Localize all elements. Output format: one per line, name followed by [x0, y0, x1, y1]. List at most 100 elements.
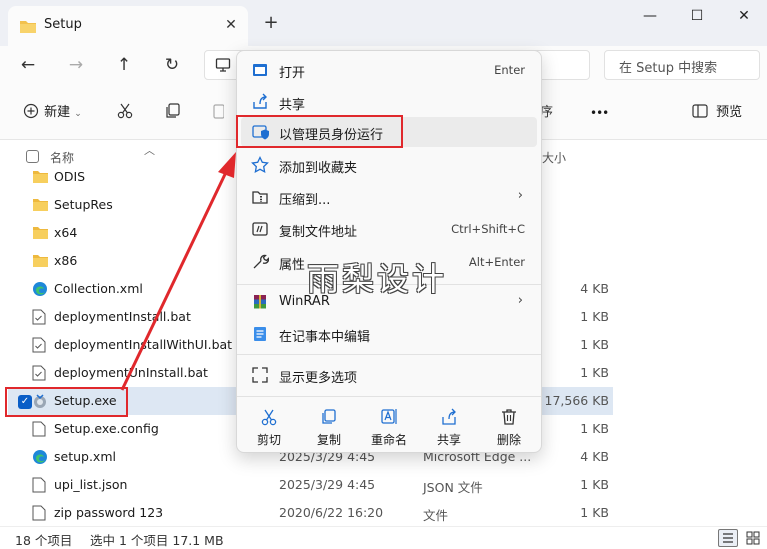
- forward-button[interactable]: →: [62, 52, 90, 78]
- quick-action-cut[interactable]: 剪切: [239, 405, 299, 449]
- file-name: deploymentUnInstall.bat: [54, 365, 208, 380]
- file-size: 1 KB: [580, 365, 609, 380]
- search-box[interactable]: 在 Setup 中搜索: [604, 50, 760, 80]
- folder-icon: [32, 197, 48, 213]
- close-tab-icon[interactable]: ✕: [220, 14, 242, 36]
- new-tab-button[interactable]: +: [260, 12, 282, 34]
- folder-icon: [32, 169, 48, 185]
- quick-action-delete[interactable]: 删除: [479, 405, 539, 449]
- folder-icon: [32, 225, 48, 241]
- select-all-checkbox[interactable]: [26, 150, 39, 163]
- share-icon: [251, 93, 269, 111]
- menu-divider: [237, 396, 541, 397]
- close-button[interactable]: ✕: [724, 4, 764, 28]
- search-input[interactable]: 在 Setup 中搜索: [619, 57, 717, 76]
- menu-item-copy-path[interactable]: 复制文件地址 Ctrl+Shift+C: [241, 214, 537, 244]
- file-name: x64: [54, 225, 78, 240]
- quick-action-copy[interactable]: 复制: [299, 405, 359, 449]
- open-window-icon: [251, 61, 269, 79]
- menu-label: 压缩到...: [279, 193, 331, 208]
- file-type: JSON 文件: [423, 480, 483, 495]
- cut-icon[interactable]: [116, 102, 134, 124]
- file-file-icon: [32, 477, 48, 493]
- preview-pane-icon: [692, 104, 712, 120]
- menu-item-share[interactable]: 共享: [241, 87, 537, 117]
- copy-icon: [299, 407, 359, 429]
- file-name: Collection.xml: [54, 281, 143, 296]
- file-size: 4 KB: [580, 449, 609, 464]
- more-options-icon[interactable]: •••: [590, 102, 609, 124]
- menu-item-add-to-favorites[interactable]: 添加到收藏夹: [241, 150, 537, 180]
- minimize-button[interactable]: —: [630, 4, 670, 28]
- context-menu: 打开 Enter 共享 以管理员身份运行 添加到收藏夹 压缩到... › 复制文…: [236, 50, 542, 453]
- menu-label: 打开: [279, 66, 306, 81]
- file-file-icon: [32, 505, 48, 521]
- quick-action-label: 共享: [436, 433, 461, 447]
- file-name: deploymentInstallWithUI.bat: [54, 337, 233, 352]
- paste-icon[interactable]: [212, 102, 225, 124]
- menu-divider: [237, 354, 541, 355]
- chevron-right-icon: ›: [517, 293, 523, 308]
- menu-item-edit-in-notepad[interactable]: 在记事本中编辑: [241, 319, 537, 349]
- winrar-icon: [251, 293, 269, 311]
- selection-info: 选中 1 个项目 17.1 MB: [90, 533, 224, 548]
- copy-icon[interactable]: [164, 102, 182, 124]
- folder-icon: [19, 19, 37, 37]
- highlight-box-setup-exe: [5, 387, 128, 417]
- new-button[interactable]: 新建 ⌄: [22, 102, 82, 124]
- maximize-button[interactable]: ☐: [677, 4, 717, 28]
- file-name: Setup.exe.config: [54, 421, 159, 436]
- quick-action-rename[interactable]: 重命名: [359, 405, 419, 449]
- sort-ascending-icon: ︿: [144, 144, 155, 157]
- copy-path-icon: [251, 220, 269, 238]
- quick-action-share[interactable]: 共享: [419, 405, 479, 449]
- tab-title: Setup: [44, 17, 82, 32]
- menu-label: 共享: [279, 98, 306, 113]
- title-bar: Setup ✕ + — ☐ ✕: [0, 0, 767, 46]
- file-name: zip password 123: [54, 505, 164, 520]
- file-size: 1 KB: [580, 477, 609, 492]
- file-date: 2020/6/22 16:20: [279, 505, 384, 520]
- quick-action-label: 重命名: [370, 433, 407, 447]
- file-size: 1 KB: [580, 309, 609, 324]
- menu-label: 属性: [279, 258, 306, 273]
- tab-setup[interactable]: Setup ✕: [8, 6, 248, 46]
- notepad-icon: [251, 325, 269, 343]
- file-name: upi_list.json: [54, 477, 128, 492]
- star-icon: [251, 155, 269, 174]
- preview-button[interactable]: 预览: [692, 102, 742, 124]
- menu-item-open[interactable]: 打开 Enter: [241, 55, 537, 85]
- file-size: 4 KB: [580, 281, 609, 296]
- wrench-icon: [251, 253, 270, 271]
- edge-file-icon: [32, 449, 48, 465]
- file-size: 17,566 KB: [544, 393, 609, 408]
- back-button[interactable]: ←: [14, 52, 42, 78]
- monitor-icon: [215, 57, 231, 76]
- refresh-button[interactable]: ↻: [158, 52, 186, 78]
- preview-label: 预览: [716, 105, 743, 120]
- tiles-view-icon[interactable]: [744, 529, 762, 549]
- up-button[interactable]: ↑: [110, 52, 138, 78]
- quick-action-label: 删除: [496, 433, 521, 447]
- plus-circle-icon: [22, 102, 40, 124]
- highlight-box-run-as-admin: [236, 115, 403, 148]
- file-name: setup.xml: [54, 449, 116, 464]
- rename-icon: [359, 407, 419, 429]
- item-count: 18 个项目: [15, 533, 73, 548]
- menu-label: 添加到收藏夹: [279, 161, 358, 176]
- share-icon: [419, 407, 479, 429]
- bat-file-icon: [32, 337, 48, 353]
- file-name: x86: [54, 253, 78, 268]
- menu-item-show-more-options[interactable]: 显示更多选项: [241, 360, 537, 390]
- menu-label: 复制文件地址: [279, 225, 358, 240]
- trash-icon: [479, 407, 539, 429]
- table-row[interactable]: zip password 123 2020/6/22 16:20 文件 1 KB: [8, 499, 613, 526]
- menu-item-compress-to[interactable]: 压缩到... ›: [241, 182, 537, 212]
- edge-file-icon: [32, 281, 48, 297]
- details-view-icon[interactable]: [718, 529, 738, 547]
- table-row[interactable]: upi_list.json 2025/3/29 4:45 JSON 文件 1 KB: [8, 471, 613, 499]
- file-date: 2025/3/29 4:45: [279, 477, 376, 492]
- file-name: SetupRes: [54, 197, 113, 212]
- file-size: 1 KB: [580, 505, 609, 520]
- menu-shortcut: Alt+Enter: [468, 255, 525, 269]
